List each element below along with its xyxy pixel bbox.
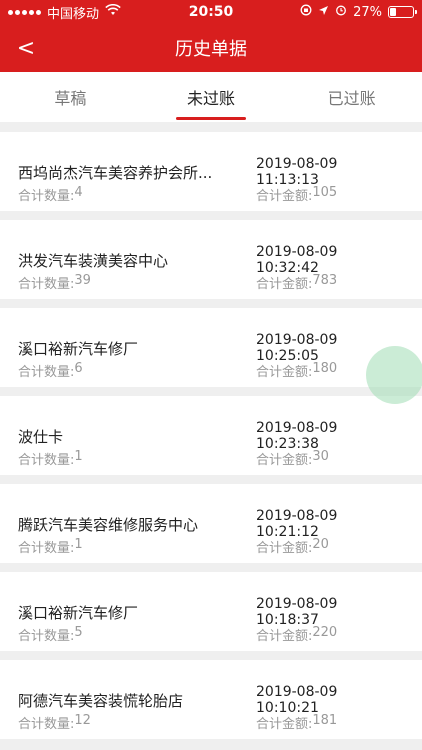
total-amount-label: 合计金额: — [256, 277, 313, 292]
orientation-lock-icon — [300, 4, 312, 20]
list-item[interactable]: 波仕卡 2019-08-09 10:23:38 合计数量: 1 合计金额: 30 — [0, 396, 422, 475]
total-quantity-label: 合计数量: — [18, 453, 75, 468]
status-right: 27% — [300, 4, 417, 20]
record-list: 西坞尚杰汽车美容养护会所... 2019-08-09 11:13:13 合计数量:… — [0, 122, 422, 739]
total-quantity-label: 合计数量: — [18, 629, 75, 644]
record-time: 2019-08-09 11:13:13 — [256, 156, 338, 188]
status-time: 20:50 — [188, 4, 234, 20]
customer-name: 阿德汽车美容装慌轮胎店 — [18, 691, 184, 710]
customer-name: 溪口裕新汽车修厂 — [18, 339, 139, 358]
total-quantity: 合计数量: 39 — [18, 273, 91, 292]
total-quantity-label: 合计数量: — [18, 277, 75, 292]
status-left: 中国移动 — [8, 3, 121, 22]
total-amount: 合计金额: 783 — [256, 273, 404, 292]
total-quantity: 合计数量: 1 — [18, 537, 83, 556]
total-amount-value: 20 — [312, 537, 329, 552]
total-amount-label: 合计金额: — [256, 717, 313, 732]
tab-bar: 草稿 未过账 已过账 — [0, 72, 422, 122]
total-quantity-value: 6 — [74, 361, 83, 376]
tab-posted[interactable]: 已过账 — [281, 72, 422, 122]
floating-assistive-button[interactable] — [366, 346, 422, 404]
tab-unposted[interactable]: 未过账 — [141, 72, 282, 122]
record-time: 2019-08-09 10:23:38 — [256, 420, 338, 452]
page-title: 历史单据 — [175, 39, 247, 60]
total-quantity: 合计数量: 4 — [18, 185, 83, 204]
nav-bar: < 历史单据 — [0, 24, 422, 72]
list-item[interactable]: 洪发汽车装潢美容中心 2019-08-09 10:32:42 合计数量: 39 合计金… — [0, 220, 422, 299]
total-amount-value: 220 — [312, 625, 338, 640]
customer-name: 洪发汽车装潢美容中心 — [18, 251, 169, 270]
total-amount: 合计金额: 20 — [256, 537, 404, 556]
battery-icon — [388, 6, 417, 18]
total-quantity: 合计数量: 12 — [18, 713, 91, 732]
total-amount: 合计金额: 220 — [256, 625, 404, 644]
total-quantity-value: 12 — [74, 713, 91, 728]
total-quantity-value: 1 — [74, 537, 83, 552]
total-amount-value: 105 — [312, 185, 338, 200]
total-quantity-label: 合计数量: — [18, 717, 75, 732]
customer-name: 溪口裕新汽车修厂 — [18, 603, 139, 622]
record-time: 2019-08-09 10:21:12 — [256, 508, 338, 540]
total-amount: 合计金额: 181 — [256, 713, 404, 732]
list-item[interactable]: 阿德汽车美容装慌轮胎店 2019-08-09 10:10:21 合计数量: 12 合计… — [0, 660, 422, 739]
status-bar: 中国移动 20:50 27% — [0, 0, 422, 24]
customer-name: 腾跃汽车美容维修服务中心 — [18, 515, 199, 534]
record-time: 2019-08-09 10:32:42 — [256, 244, 338, 276]
total-amount-value: 180 — [312, 361, 338, 376]
customer-name: 西坞尚杰汽车美容养护会所... — [18, 163, 213, 182]
total-quantity-label: 合计数量: — [18, 189, 75, 204]
alarm-icon — [335, 4, 347, 20]
total-amount-label: 合计金额: — [256, 629, 313, 644]
total-amount-label: 合计金额: — [256, 453, 313, 468]
customer-name: 波仕卡 — [18, 427, 64, 446]
wifi-icon — [105, 3, 121, 20]
total-quantity-value: 5 — [74, 625, 83, 640]
battery-percent: 27% — [353, 4, 382, 20]
tab-unposted-label: 未过账 — [187, 89, 236, 108]
chevron-left-icon: < — [16, 35, 36, 61]
total-amount: 合计金额: 30 — [256, 449, 404, 468]
total-amount-value: 30 — [312, 449, 329, 464]
total-quantity-value: 1 — [74, 449, 83, 464]
tab-draft[interactable]: 草稿 — [0, 72, 141, 122]
signal-icon — [8, 9, 41, 15]
carrier-name: 中国移动 — [47, 6, 100, 22]
total-quantity-label: 合计数量: — [18, 541, 75, 556]
tab-posted-label: 已过账 — [327, 89, 376, 108]
list-item[interactable]: 溪口裕新汽车修厂 2019-08-09 10:18:37 合计数量: 5 合计金额: 2… — [0, 572, 422, 651]
total-quantity-label: 合计数量: — [18, 365, 75, 380]
total-amount-label: 合计金额: — [256, 189, 313, 204]
record-time: 2019-08-09 10:10:21 — [256, 684, 338, 716]
active-tab-indicator — [176, 117, 246, 120]
total-amount-value: 181 — [312, 713, 338, 728]
total-amount-label: 合计金额: — [256, 365, 313, 380]
record-time: 2019-08-09 10:18:37 — [256, 596, 338, 628]
list-item[interactable]: 溪口裕新汽车修厂 2019-08-09 10:25:05 合计数量: 6 合计金额: 1… — [0, 308, 422, 387]
list-item[interactable]: 西坞尚杰汽车美容养护会所... 2019-08-09 11:13:13 合计数量:… — [0, 132, 422, 211]
total-quantity-value: 39 — [74, 273, 91, 288]
back-button[interactable]: < — [8, 24, 44, 72]
battery-level — [390, 8, 397, 16]
tab-draft-label: 草稿 — [54, 89, 87, 108]
total-quantity-value: 4 — [74, 185, 83, 200]
total-quantity: 合计数量: 5 — [18, 625, 83, 644]
total-amount: 合计金额: 105 — [256, 185, 404, 204]
total-amount-value: 783 — [312, 273, 338, 288]
location-icon — [318, 5, 329, 20]
list-item[interactable]: 腾跃汽车美容维修服务中心 2019-08-09 10:21:12 合计数量: 1 合计… — [0, 484, 422, 563]
total-quantity: 合计数量: 6 — [18, 361, 83, 380]
total-amount-label: 合计金额: — [256, 541, 313, 556]
total-quantity: 合计数量: 1 — [18, 449, 83, 468]
